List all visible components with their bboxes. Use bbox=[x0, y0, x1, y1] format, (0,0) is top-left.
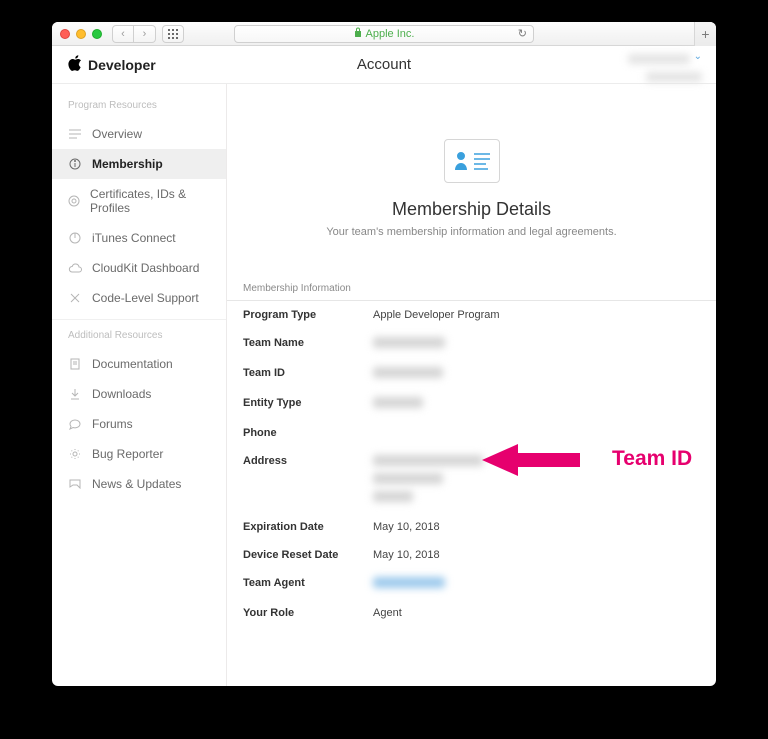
sidebar-item-certificates-ids-profiles[interactable]: Certificates, IDs & Profiles bbox=[52, 179, 226, 223]
close-window-button[interactable] bbox=[60, 29, 70, 39]
detail-key: Program Type bbox=[243, 309, 373, 321]
tools-icon bbox=[68, 292, 82, 304]
sidebar-item-label: Code-Level Support bbox=[92, 291, 199, 305]
detail-key: Expiration Date bbox=[243, 521, 373, 533]
detail-row: Team Name bbox=[227, 329, 716, 359]
titlebar: ‹ › Apple Inc. ↻ + bbox=[52, 22, 716, 46]
sidebar-item-label: CloudKit Dashboard bbox=[92, 261, 199, 275]
sidebar-divider bbox=[52, 319, 226, 320]
detail-key: Device Reset Date bbox=[243, 549, 373, 561]
sidebar: Program Resources Overview Membership Cert… bbox=[52, 84, 227, 686]
sidebar-item-label: Documentation bbox=[92, 357, 173, 371]
new-tab-button[interactable]: + bbox=[694, 22, 716, 46]
detail-value: Agent bbox=[373, 607, 402, 619]
detail-row: Phone bbox=[227, 419, 716, 447]
detail-key: Phone bbox=[243, 427, 373, 439]
detail-value: May 10, 2018 bbox=[373, 521, 440, 533]
detail-value: Apple Developer Program bbox=[373, 309, 500, 321]
sidebar-item-label: Downloads bbox=[92, 387, 151, 401]
sidebar-item-documentation[interactable]: Documentation bbox=[52, 349, 226, 379]
news-icon bbox=[68, 479, 82, 489]
detail-key: Team Agent bbox=[243, 577, 373, 589]
detail-row: Program TypeApple Developer Program bbox=[227, 301, 716, 329]
view-grid-button[interactable] bbox=[162, 25, 184, 43]
chat-icon bbox=[68, 419, 82, 430]
detail-value bbox=[373, 577, 445, 591]
window-controls bbox=[60, 29, 102, 39]
sidebar-item-label: Forums bbox=[92, 417, 133, 431]
zoom-window-button[interactable] bbox=[92, 29, 102, 39]
sidebar-item-news-updates[interactable]: News & Updates bbox=[52, 469, 226, 499]
detail-row: Team Agent bbox=[227, 569, 716, 599]
detail-value bbox=[373, 367, 443, 381]
detail-row: Expiration DateMay 10, 2018 bbox=[227, 513, 716, 541]
sidebar-item-label: Overview bbox=[92, 127, 142, 141]
sidebar-item-label: Certificates, IDs & Profiles bbox=[90, 187, 210, 215]
sidebar-item-label: iTunes Connect bbox=[92, 231, 176, 245]
detail-row: Your RoleAgent bbox=[227, 599, 716, 627]
address-bar[interactable]: Apple Inc. ↻ bbox=[234, 25, 534, 43]
power-icon bbox=[68, 232, 82, 244]
hero: Membership Details Your team's membershi… bbox=[227, 84, 716, 263]
chevron-down-icon: ⌄ bbox=[694, 51, 702, 62]
sidebar-item-cloudkit-dashboard[interactable]: CloudKit Dashboard bbox=[52, 253, 226, 283]
reload-icon[interactable]: ↻ bbox=[518, 27, 527, 40]
minimize-window-button[interactable] bbox=[76, 29, 86, 39]
detail-row: Entity Type bbox=[227, 389, 716, 419]
sidebar-item-label: Membership bbox=[92, 157, 163, 171]
detail-key: Team ID bbox=[243, 367, 373, 379]
detail-key: Address bbox=[243, 455, 373, 467]
membership-card-icon bbox=[444, 139, 500, 183]
doc-icon bbox=[68, 358, 82, 370]
sidebar-item-overview[interactable]: Overview bbox=[52, 119, 226, 149]
sidebar-item-bug-reporter[interactable]: Bug Reporter bbox=[52, 439, 226, 469]
hero-subtitle: Your team's membership information and l… bbox=[227, 226, 716, 238]
membership-details-table: Program TypeApple Developer Program Team … bbox=[227, 300, 716, 627]
detail-value bbox=[373, 397, 423, 411]
address-label: Apple Inc. bbox=[366, 28, 415, 40]
detail-value bbox=[373, 455, 483, 505]
detail-key: Team Name bbox=[243, 337, 373, 349]
section-label: Membership Information bbox=[227, 283, 716, 300]
apple-icon bbox=[68, 55, 82, 74]
sidebar-item-label: Bug Reporter bbox=[92, 447, 163, 461]
detail-row: Team ID bbox=[227, 359, 716, 389]
list-icon bbox=[68, 129, 82, 139]
detail-value: May 10, 2018 bbox=[373, 549, 440, 561]
sidebar-item-itunes-connect[interactable]: iTunes Connect bbox=[52, 223, 226, 253]
brand-label: Developer bbox=[88, 57, 156, 73]
header: Developer Account ⌄ bbox=[52, 46, 716, 84]
page-title: Account bbox=[357, 56, 411, 73]
badge-icon bbox=[68, 195, 80, 207]
sidebar-item-code-level-support[interactable]: Code-Level Support bbox=[52, 283, 226, 313]
sidebar-item-label: News & Updates bbox=[92, 477, 181, 491]
brand[interactable]: Developer bbox=[68, 55, 156, 74]
cloud-icon bbox=[68, 263, 82, 273]
back-button[interactable]: ‹ bbox=[112, 25, 134, 43]
main-content: Membership Details Your team's membershi… bbox=[227, 84, 716, 686]
detail-row: Device Reset DateMay 10, 2018 bbox=[227, 541, 716, 569]
info-icon bbox=[68, 158, 82, 170]
detail-key: Entity Type bbox=[243, 397, 373, 409]
detail-value bbox=[373, 337, 445, 351]
gear-icon bbox=[68, 448, 82, 460]
sidebar-heading: Additional Resources bbox=[52, 326, 226, 349]
account-menu[interactable]: ⌄ bbox=[628, 51, 702, 87]
lock-icon bbox=[354, 27, 362, 40]
sidebar-item-downloads[interactable]: Downloads bbox=[52, 379, 226, 409]
detail-key: Your Role bbox=[243, 607, 373, 619]
hero-title: Membership Details bbox=[227, 199, 716, 220]
download-icon bbox=[68, 388, 82, 400]
sidebar-item-forums[interactable]: Forums bbox=[52, 409, 226, 439]
sidebar-heading: Program Resources bbox=[52, 96, 226, 119]
detail-row: Address bbox=[227, 447, 716, 513]
forward-button[interactable]: › bbox=[134, 25, 156, 43]
sidebar-item-membership[interactable]: Membership bbox=[52, 149, 226, 179]
